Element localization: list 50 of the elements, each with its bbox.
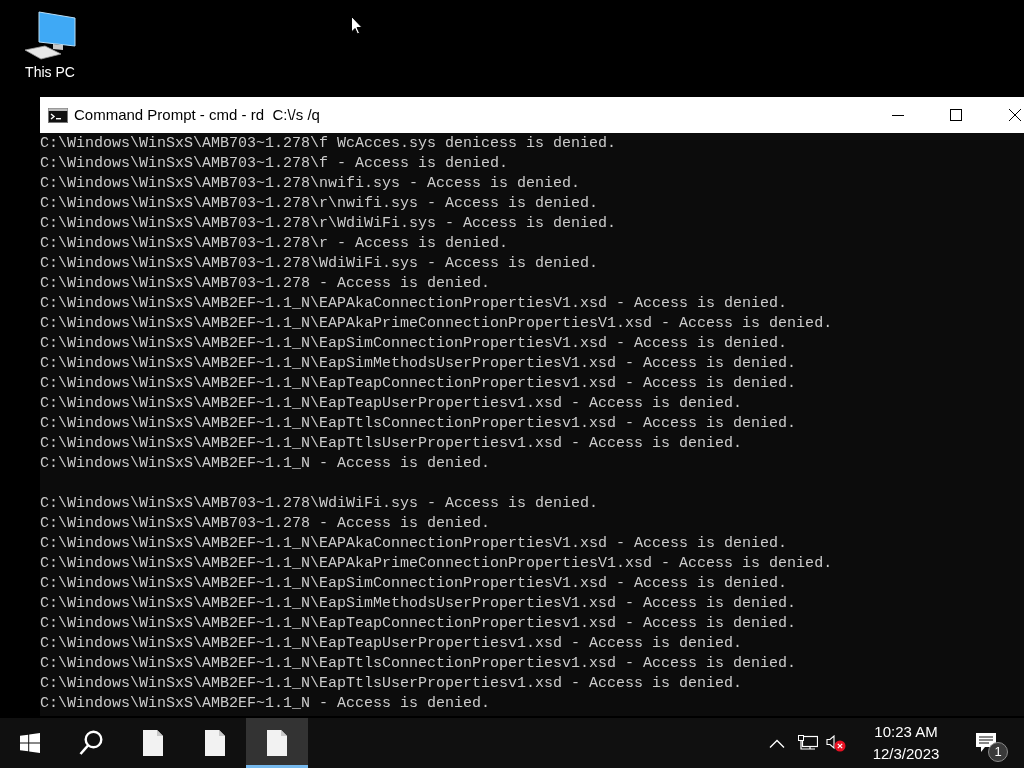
search-icon (79, 730, 103, 756)
shortcut-label[interactable]: This PC (25, 64, 75, 81)
console-line: C:\Windows\WinSxS\AMB703~1.278\f - Access is denied. (40, 154, 509, 174)
console-line: C:\Windows\WinSxS\AMB2EF~1.1_N\EapSimConnectionPropertiesV1.xsd - Access is denied. (40, 574, 788, 594)
console-line: C:\Windows\WinSxS\AMB703~1.278\f WcAcces.sys denicess is denied. (40, 134, 617, 154)
file-icon (267, 730, 287, 756)
console-line: C:\Windows\WinSxS\AMB2EF~1.1_N - Access is denied. (40, 454, 491, 474)
window-title: Command Prompt - cmd - rd C:\/s /q (74, 104, 320, 125)
console-line: C:\Windows\WinSxS\AMB2EF~1.1_N\EapTeapUserPropertiesv1.xsd - Access is denied. (40, 394, 743, 414)
taskbar-app-button[interactable] (246, 718, 308, 768)
console-line: C:\Windows\WinSxS\AMB2EF~1.1_N\EapTtlsUserPropertiesv1.xsd - Access is denied. (40, 434, 743, 454)
console-line: C:\Windows\WinSxS\AMB703~1.278\r\WdiWiFi.sys - Access is denied. (40, 214, 617, 234)
console-line: C:\Windows\WinSxS\AMB2EF~1.1_N\EapSimMethodsUserPropertiesV1.xsd - Access is denied. (40, 354, 797, 374)
clock-date: 12/3/2023 (872, 744, 940, 764)
console-line: C:\Windows\WinSxS\AMB2EF~1.1_N\EapTeapConnectionPropertiesv1.xsd - Access is denied. (40, 374, 797, 394)
console-line: C:\Windows\WinSxS\AMB2EF~1.1_N\EAPAkaConnectionPropertiesV1.xsd - Access is denied. (40, 534, 788, 554)
console-app-icon (48, 107, 68, 123)
console-line: C:\Windows\WinSxS\AMB703~1.278\nwifi.sys - Access is denied. (40, 174, 581, 194)
console-line: C:\Windows\WinSxS\AMB2EF~1.1_N\EapTeapConnectionPropertiesv1.xsd - Access is denied. (40, 614, 797, 634)
console-line: C:\Windows\WinSxS\AMB703~1.278 - Access is denied. (40, 274, 491, 294)
notifications-button[interactable]: 1 (966, 718, 1006, 768)
network-icon (798, 734, 818, 752)
console-line: C:\Windows\WinSxS\AMB2EF~1.1_N\EapTeapUserPropertiesv1.xsd - Access is denied. (40, 634, 743, 654)
mouse-pointer-icon (351, 16, 363, 35)
console-line: C:\Windows\WinSxS\AMB2EF~1.1_N\EapSimMethodsUserPropertiesV1.xsd - Access is denied. (40, 594, 797, 614)
console-line: C:\Windows\WinSxS\AMB2EF~1.1_N\EapTtlsConnectionPropertiesv1.xsd - Access is denied. (40, 654, 797, 674)
close-icon (1009, 109, 1021, 121)
clock-time: 10:23 AM (874, 722, 938, 742)
clock-button[interactable]: 10:23 AM 12/3/2023 (862, 718, 950, 768)
console-line: C:\Windows\WinSxS\AMB703~1.278\r\nwifi.sys - Access is denied. (40, 194, 599, 214)
console-line: C:\Windows\WinSxS\AMB2EF~1.1_N\EAPAkaPrimeConnectionPropertiesV1.xsd - Access is denied. (40, 314, 833, 334)
notification-count-badge: 1 (988, 742, 1008, 762)
minimize-icon (892, 114, 904, 116)
file-icon (143, 730, 163, 756)
windows-logo-icon (20, 733, 40, 753)
console-line: C:\Windows\WinSxS\AMB2EF~1.1_N - Access is denied. (40, 694, 491, 714)
console-line: C:\Windows\WinSxS\AMB2EF~1.1_N\EapTtlsUserPropertiesv1.xsd - Access is denied. (40, 674, 743, 694)
console-line: C:\Windows\WinSxS\AMB2EF~1.1_N\EapSimConnectionPropertiesV1.xsd - Access is denied. (40, 334, 788, 354)
console-line: C:\Windows\WinSxS\AMB703~1.278\WdiWiFi.sys - Access is denied. (40, 494, 599, 514)
console-line: C:\Windows\WinSxS\AMB703~1.278 - Access is denied. (40, 514, 491, 534)
console-line: C:\Windows\WinSxS\AMB703~1.278\r - Access is denied. (40, 234, 509, 254)
console-line: C:\Windows\WinSxS\AMB2EF~1.1_N\EAPAkaConnectionPropertiesV1.xsd - Access is denied. (40, 294, 788, 314)
file-icon (205, 730, 225, 756)
speaker-error-icon (826, 734, 846, 752)
computer-icon[interactable] (23, 10, 77, 60)
console-line: C:\Windows\WinSxS\AMB2EF~1.1_N\EAPAkaPrimeConnectionPropertiesV1.xsd - Access is denied. (40, 554, 833, 574)
caret-up-icon (769, 738, 785, 748)
console-line: C:\Windows\WinSxS\AMB703~1.278\WdiWiFi.sys - Access is denied. (40, 254, 599, 274)
console-line: C:\Windows\WinSxS\AMB2EF~1.1_N\EapTtlsConnectionPropertiesv1.xsd - Access is denied. (40, 414, 797, 434)
maximize-icon (950, 109, 962, 121)
